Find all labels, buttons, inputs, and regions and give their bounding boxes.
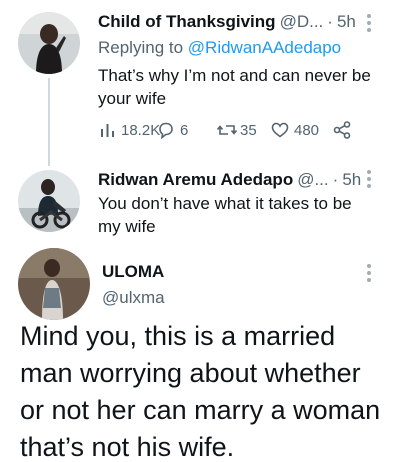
avatar-image (18, 12, 80, 74)
author-name[interactable]: Ridwan Aremu Adedapo (98, 170, 293, 190)
timestamp[interactable]: 5h (342, 170, 361, 190)
tweet3-text-line: man worrying about whether (20, 358, 361, 388)
avatar-child-of-thanksgiving[interactable] (18, 12, 80, 74)
author-name[interactable]: Child of Thanksgiving (98, 12, 276, 32)
tweet3-text-line: or not her can marry a woman (20, 395, 381, 425)
heart-icon (271, 122, 289, 138)
like-count: 480 (294, 121, 320, 139)
tweet3-text-line: Mind you, this is a married (20, 321, 336, 351)
retweet-button[interactable]: 35 (216, 120, 257, 140)
reply-mention-link[interactable]: @RidwanAAdedapo (188, 38, 341, 57)
replying-to-label: Replying to (98, 38, 188, 57)
avatar-image (18, 248, 90, 320)
tweet1-text-line: That’s why I’m not and can never be (98, 66, 371, 85)
tweet1-actions: 18.2K 6 35 480 (98, 120, 368, 144)
share-button[interactable] (332, 120, 352, 140)
reply-icon (159, 122, 173, 140)
tweet1-text: That’s why I’m not and can never be your… (98, 64, 371, 110)
tweet2-text-line: You don’t have what it takes to be (98, 194, 352, 213)
avatar-uloma[interactable] (18, 248, 90, 320)
reply-button[interactable]: 6 (156, 120, 188, 140)
author-handle[interactable]: @D... (280, 12, 324, 32)
views-icon (101, 124, 114, 137)
share-icon (333, 121, 351, 139)
tweet2-text-line: my wife (98, 217, 156, 236)
tweet1-text-line: your wife (98, 89, 167, 108)
views-count: 18.2K (121, 121, 161, 139)
tweet2-text: You don’t have what it takes to be my wi… (98, 192, 352, 238)
views-button[interactable]: 18.2K (98, 120, 160, 140)
more-dots-icon[interactable] (366, 170, 372, 190)
tweet3-text-line: that’s not his wife. (20, 432, 235, 462)
separator-dot: · (332, 170, 339, 189)
separator-dot: · (327, 12, 333, 31)
retweet-icon (216, 125, 238, 135)
tweet1-header: Child of Thanksgiving @D... · 5h (98, 12, 356, 32)
replying-to: Replying to @RidwanAAdedapo (98, 38, 341, 58)
timestamp[interactable]: 5h (337, 12, 356, 32)
thread-connector-line (48, 78, 50, 166)
reply-count: 6 (180, 121, 189, 139)
more-dots-icon[interactable] (366, 14, 372, 34)
tweet3-text: Mind you, this is a married man worrying… (20, 318, 410, 462)
author-handle[interactable]: @... (297, 170, 328, 190)
author-handle[interactable]: @ulxma (102, 288, 165, 308)
avatar-ridwan[interactable] (18, 170, 80, 232)
retweet-count: 35 (240, 121, 257, 139)
tweet2-header: Ridwan Aremu Adedapo @... · 5h (98, 170, 361, 190)
avatar-image (18, 170, 80, 232)
author-name[interactable]: ULOMA (102, 262, 164, 282)
more-dots-icon[interactable] (366, 264, 372, 284)
like-button[interactable]: 480 (270, 120, 319, 140)
